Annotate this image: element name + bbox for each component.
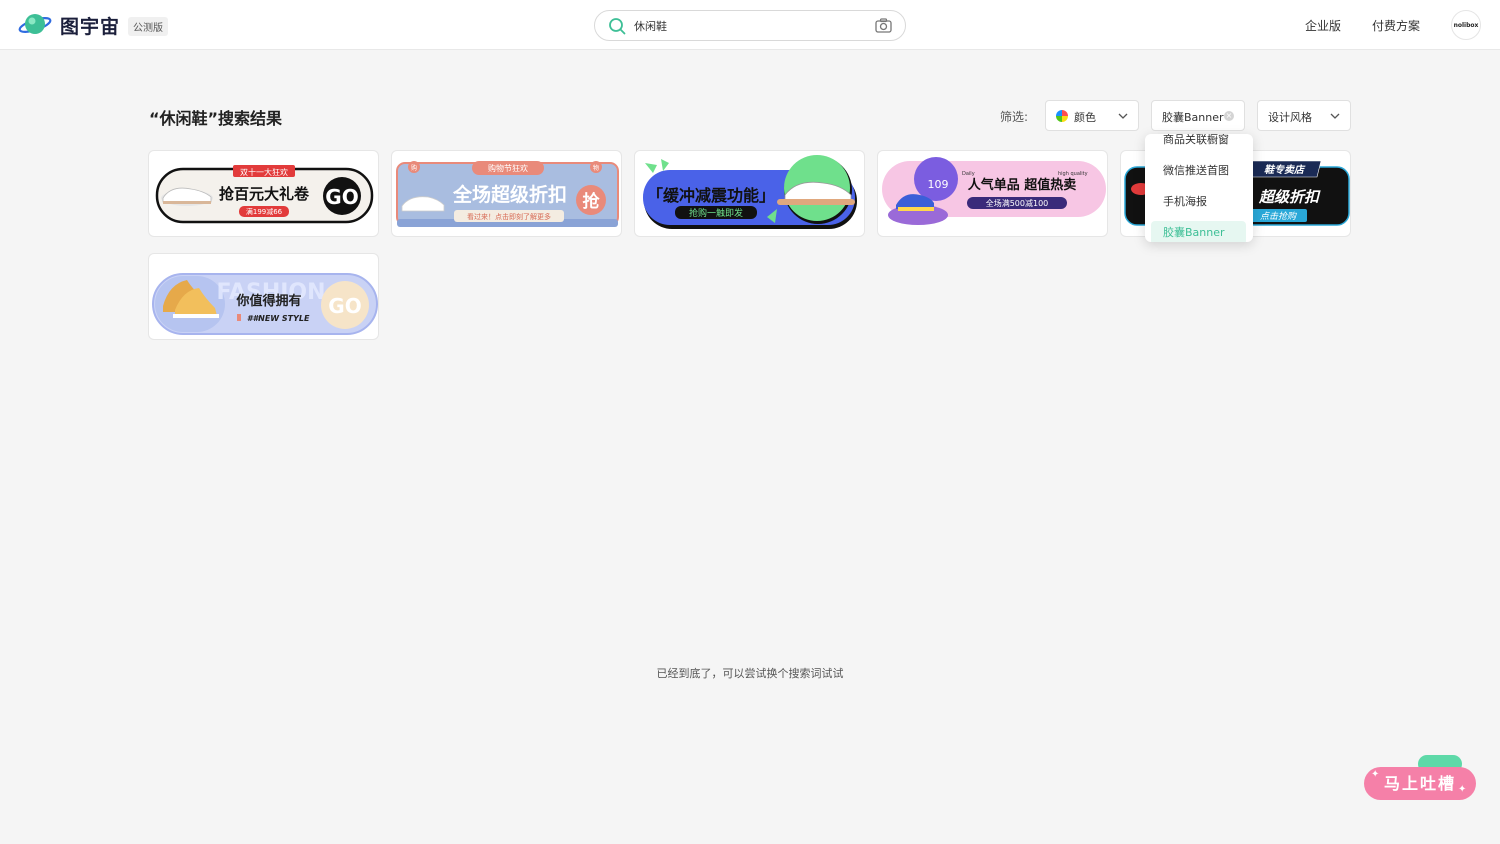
- card-5-sub2: 点击抢购: [1260, 211, 1297, 222]
- filter-type[interactable]: 胶囊Banner ×: [1151, 100, 1245, 131]
- card-2-corner-right: 物: [593, 164, 599, 172]
- chevron-down-icon: [1118, 113, 1128, 119]
- dropdown-item-poster[interactable]: 手机海报: [1151, 190, 1246, 214]
- search-icon[interactable]: [608, 17, 626, 35]
- chevron-down-icon: [1330, 113, 1340, 119]
- banner-image: 双十一大狂欢 抢百元大礼卷 满199减66 GO: [155, 165, 374, 224]
- filter-color-label: 颜色: [1074, 111, 1096, 124]
- filter-label: 筛选:: [1000, 110, 1029, 124]
- card-5-sub: 超级折扣: [1258, 188, 1321, 206]
- card-2-btn: 抢: [583, 191, 601, 212]
- banner-image: 「缓冲减震功能」 抢购一触即发: [643, 155, 857, 229]
- dropdown-item-capsule-banner[interactable]: 胶囊Banner: [1151, 221, 1246, 242]
- clear-icon[interactable]: ×: [1224, 111, 1234, 121]
- result-card-2[interactable]: 购物节狂欢 购 物 全场超级折扣 看过来！点击即刻了解更多 抢: [391, 150, 622, 237]
- filter-style-label: 设计风格: [1268, 111, 1312, 124]
- brand-name[interactable]: 图宇宙: [60, 12, 120, 39]
- card-1-btn: GO: [325, 185, 358, 209]
- card-2-title: 全场超级折扣: [452, 183, 567, 206]
- color-wheel-icon: [1056, 110, 1068, 122]
- page-title: “休闲鞋”搜索结果: [149, 109, 283, 128]
- card-6-title: 你值得拥有: [235, 293, 301, 309]
- sparkle-icon: ✦: [1371, 769, 1380, 780]
- planet-logo-icon[interactable]: [18, 11, 52, 39]
- card-4-tiny-left: Daily: [962, 171, 975, 177]
- card-4-sub: 全场满500减100: [986, 198, 1049, 208]
- search-input[interactable]: 休闲鞋: [634, 18, 667, 34]
- dropdown-item-showcase[interactable]: 商品关联橱窗: [1151, 134, 1246, 152]
- card-3-sub: 抢购一触即发: [689, 207, 743, 219]
- filter-color[interactable]: 颜色: [1045, 100, 1139, 131]
- card-6-sub: ##NEW STYLE: [247, 314, 310, 323]
- result-card-4[interactable]: 109 Daily high quality 人气单品 超值热卖 全场满500减…: [877, 150, 1108, 237]
- top-header: 图宇宙 公测版 休闲鞋 企业版 付费方案 nolibox: [0, 0, 1500, 50]
- banner-image: 109 Daily high quality 人气单品 超值热卖 全场满500减…: [882, 157, 1106, 225]
- type-dropdown-menu: 商品关联橱窗 微信推送首图 手机海报 胶囊Banner: [1145, 134, 1253, 242]
- end-of-results-message: 已经到底了，可以尝试换个搜索词试试: [656, 667, 844, 680]
- filter-style[interactable]: 设计风格: [1257, 100, 1351, 131]
- card-4-num: 109: [928, 178, 949, 191]
- card-6-btn: GO: [328, 294, 361, 318]
- sparkle-icon: ✦: [1458, 784, 1467, 795]
- card-3-title: 「缓冲减震功能」: [647, 186, 775, 205]
- search-bar[interactable]: 休闲鞋: [594, 10, 906, 41]
- banner-image: 购物节狂欢 购 物 全场超级折扣 看过来！点击即刻了解更多 抢: [396, 161, 619, 227]
- card-1-title: 抢百元大礼卷: [219, 185, 310, 203]
- nav-enterprise[interactable]: 企业版: [1305, 17, 1341, 34]
- result-card-1[interactable]: 双十一大狂欢 抢百元大礼卷 满199减66 GO: [148, 150, 379, 237]
- card-2-tag: 购物节狂欢: [488, 163, 528, 173]
- banner-image: FASHION 你值得拥有 ##NEW STYLE GO: [152, 273, 378, 335]
- dropdown-item-wechat[interactable]: 微信推送首图: [1151, 159, 1246, 183]
- avatar[interactable]: nolibox: [1451, 10, 1481, 40]
- result-card-3[interactable]: 「缓冲减震功能」 抢购一触即发: [634, 150, 865, 237]
- beta-badge: 公测版: [128, 17, 168, 36]
- card-4-title: 人气单品 超值热卖: [968, 177, 1077, 193]
- card-1-tag: 双十一大狂欢: [240, 167, 288, 177]
- card-4-tiny-right: high quality: [1058, 171, 1088, 177]
- card-2-sub: 看过来！点击即刻了解更多: [467, 212, 551, 221]
- card-2-corner-left: 购: [411, 164, 417, 172]
- nav-pricing[interactable]: 付费方案: [1372, 17, 1420, 34]
- card-1-sub: 满199减66: [246, 207, 283, 216]
- card-5-title: 鞋专卖店: [1264, 164, 1306, 176]
- filter-type-label: 胶囊Banner: [1162, 111, 1224, 124]
- result-card-6[interactable]: FASHION 你值得拥有 ##NEW STYLE GO: [148, 253, 379, 340]
- camera-icon[interactable]: [875, 18, 892, 33]
